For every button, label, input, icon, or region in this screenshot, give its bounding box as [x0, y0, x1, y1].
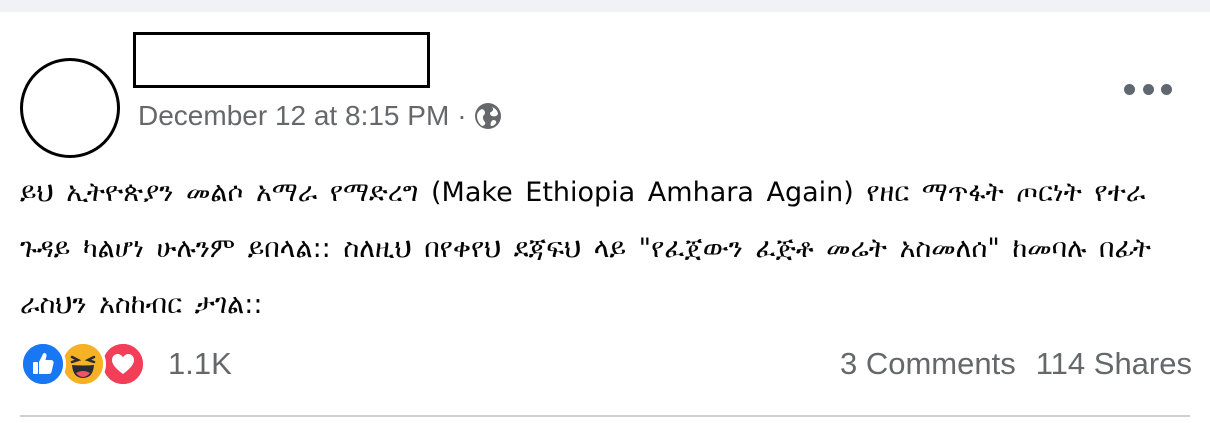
meta-separator: ·	[457, 100, 467, 131]
more-dot	[1161, 83, 1172, 95]
reactions-summary[interactable]: 1.1K	[20, 339, 232, 389]
globe-icon[interactable]	[473, 101, 503, 131]
author-name-redacted[interactable]	[133, 32, 430, 88]
post-text: ይህ ኢትዮጵያን መልሶ አማራ የማድረግ (Make Ethiopia A…	[20, 177, 1151, 320]
post-meta: December 12 at 8:15 PM ·	[138, 98, 503, 134]
haha-icon	[60, 341, 106, 387]
more-horizontal-icon[interactable]	[1124, 76, 1172, 102]
author-avatar[interactable]	[20, 58, 120, 158]
like-icon	[20, 341, 66, 387]
post-timestamp[interactable]: December 12 at 8:15 PM	[138, 100, 449, 132]
comments-count[interactable]: 3 Comments	[840, 346, 1016, 382]
engagement-stats: 3 Comments 114 Shares	[840, 343, 1192, 385]
reaction-count[interactable]: 1.1K	[168, 346, 232, 382]
post-card: December 12 at 8:15 PM · ይህ ኢትዮጵያን መልሶ አ…	[0, 12, 1210, 423]
more-dot	[1124, 83, 1135, 95]
shares-count[interactable]: 114 Shares	[1036, 346, 1192, 382]
more-dot	[1142, 83, 1154, 95]
love-icon	[100, 341, 146, 387]
divider	[20, 415, 1190, 417]
